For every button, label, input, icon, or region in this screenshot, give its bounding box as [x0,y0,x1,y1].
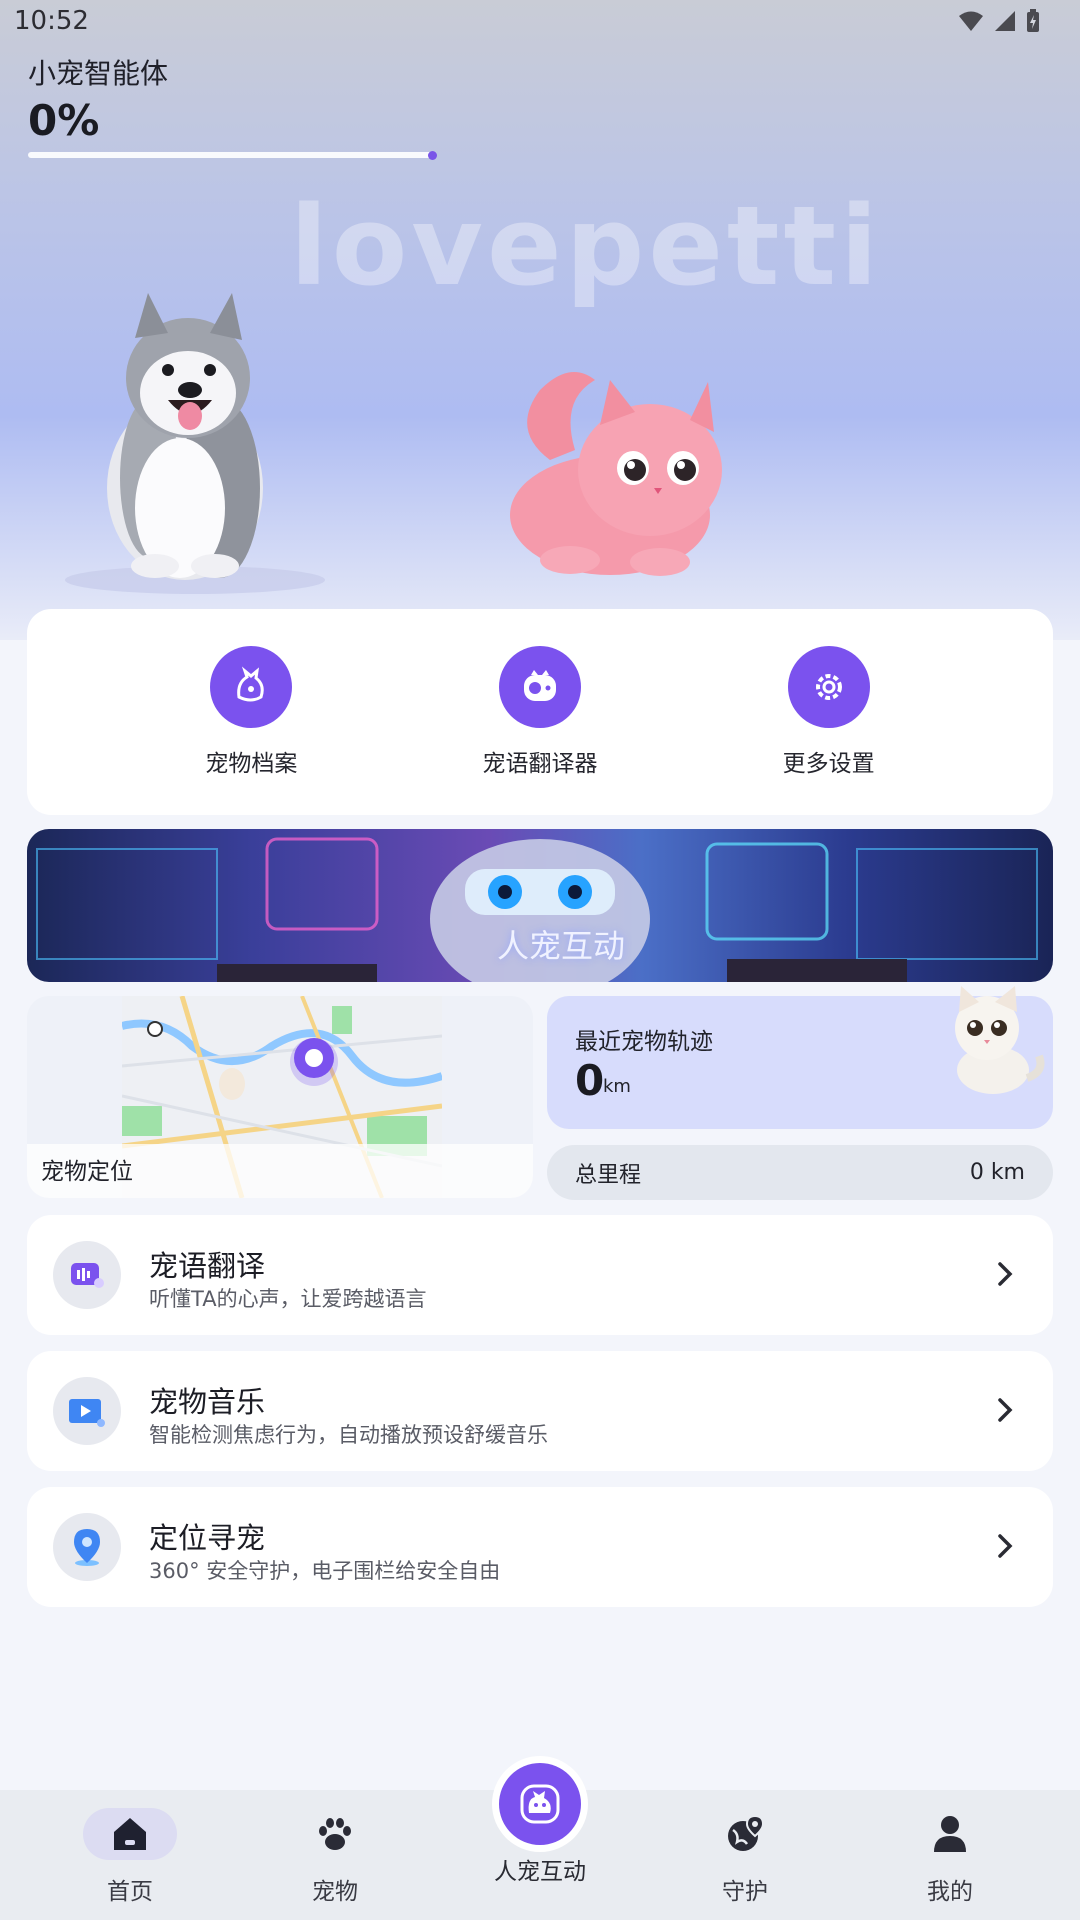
feature-item-pet-translate[interactable]: 宠语翻译 听懂TA的心声，让爱跨越语言 [27,1215,1053,1335]
banner-title: 人宠互动 [497,927,626,965]
tab-interact[interactable] [492,1756,588,1852]
tab-guard[interactable]: 守护 [675,1808,815,1906]
tab-pets[interactable]: 宠物 [265,1808,405,1906]
pet-location-label: 宠物定位 [41,1159,133,1185]
feature-title: 定位寻宠 [149,1521,266,1555]
recent-track-unit: km [603,1076,631,1097]
globe-location-icon [725,1808,765,1860]
translate-chat-icon [53,1241,121,1309]
recent-track-card[interactable]: 最近宠物轨迹 0 km [547,986,1053,1129]
tab-label: 守护 [722,1879,768,1905]
total-mileage-label: 总里程 [575,1162,642,1188]
recent-track-title: 最近宠物轨迹 [575,1029,713,1055]
status-time: 10:52 [14,6,89,36]
feature-subtitle: 360° 安全守护，电子围栏给安全自由 [149,1559,501,1583]
pet-profile-icon [210,646,293,728]
pet-interact-icon [499,1763,581,1845]
agent-title: 小宠智能体 [28,57,169,90]
location-pin-icon [53,1513,121,1581]
total-mileage-card: 总里程 0 km [547,1145,1053,1200]
total-mileage-value: 0 km [969,1160,1025,1185]
gear-icon [787,646,870,728]
shortcut-more-settings[interactable]: 更多设置 [729,646,929,778]
shortcut-pet-profile[interactable]: 宠物档案 [151,646,351,778]
agent-progress-indicator [428,151,437,160]
husky-illustration [65,293,325,594]
agent-progress-bar [28,152,434,158]
feature-title: 宠语翻译 [149,1249,266,1283]
chevron-right-icon [998,1398,1013,1422]
tab-mine[interactable]: 我的 [880,1808,1020,1906]
home-icon [83,1808,177,1860]
shortcut-card: 宠物档案 宠语翻译器 更多设置 [27,609,1053,815]
kitten-illustration [955,986,1045,1094]
shortcut-translator[interactable]: 宠语翻译器 [440,646,640,778]
shortcut-label: 更多设置 [782,751,875,777]
battery-icon [1027,9,1039,32]
status-bar: 10:52 [0,0,1080,42]
shortcut-label: 宠物档案 [205,751,298,777]
interaction-banner[interactable]: 人宠互动 [27,829,1053,982]
tab-label: 我的 [927,1879,973,1905]
tab-home[interactable]: 首页 [60,1808,200,1906]
tab-interact-label: 人宠互动 [494,1859,586,1885]
feature-title: 宠物音乐 [149,1385,266,1419]
feature-item-locate-pet[interactable]: 定位寻宠 360° 安全守护，电子围栏给安全自由 [27,1487,1053,1607]
signal-icon [995,11,1015,31]
wifi-icon [959,11,983,31]
feature-item-pet-music[interactable]: 宠物音乐 智能检测焦虑行为，自动播放预设舒缓音乐 [27,1351,1053,1471]
shortcut-label: 宠语翻译器 [482,751,598,777]
translator-device-icon [498,646,581,728]
recent-track-value: 0 [575,1056,605,1105]
paw-icon [316,1808,354,1860]
pet-location-card[interactable]: 宠物定位 [27,996,533,1198]
brand-logo: lovepetti [290,182,882,310]
feature-subtitle: 智能检测焦虑行为，自动播放预设舒缓音乐 [149,1423,548,1447]
agent-progress-percent: 0% [28,96,100,145]
chevron-right-icon [998,1534,1013,1558]
tab-label: 宠物 [312,1879,358,1905]
feature-subtitle: 听懂TA的心声，让爱跨越语言 [149,1287,427,1311]
music-video-icon [53,1377,121,1445]
tab-label: 首页 [107,1879,153,1905]
hero-section: 10:52 小宠智能体 0% lovepetti [0,0,1080,640]
chevron-right-icon [998,1262,1013,1286]
status-icons [958,9,1040,33]
pink-cat-illustration [510,372,722,576]
person-icon [932,1808,968,1860]
